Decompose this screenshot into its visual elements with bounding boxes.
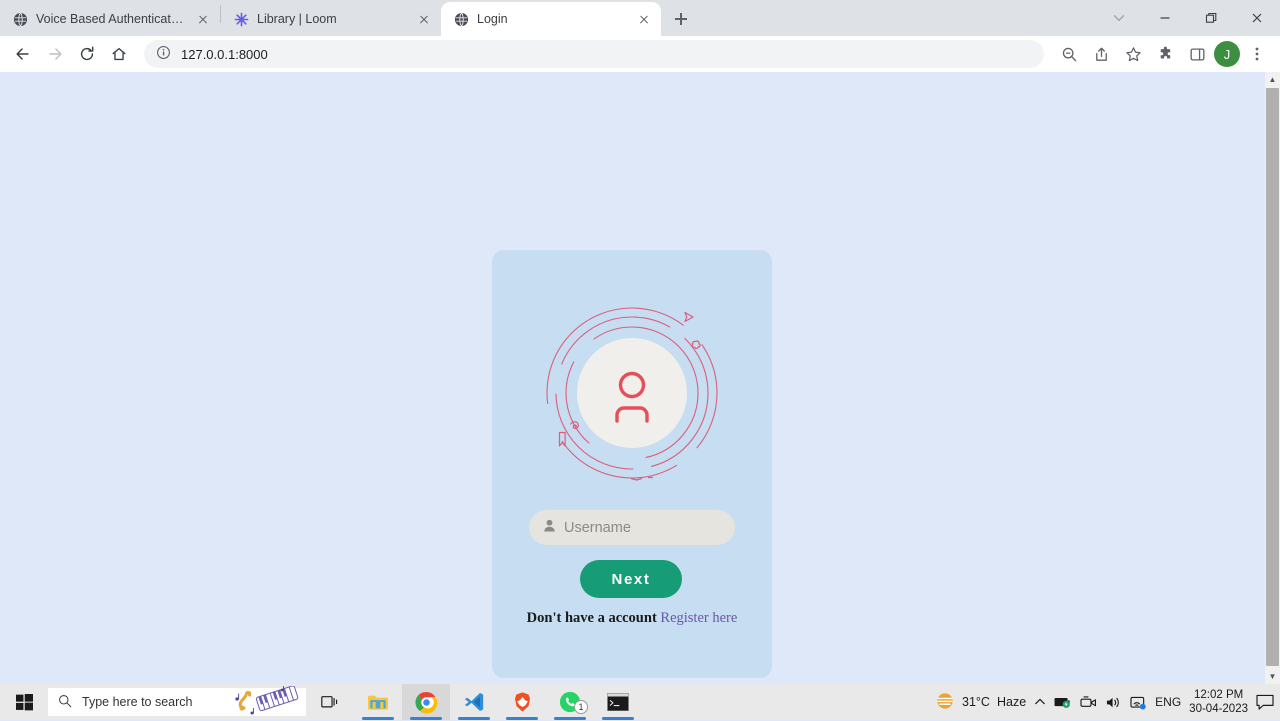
taskbar-app-command-prompt[interactable] [594, 684, 642, 720]
taskbar-clock[interactable]: 12:02 PM 30-04-2023 [1189, 688, 1248, 717]
tab-title: Library | Loom [257, 12, 337, 26]
puzzle-icon[interactable] [1150, 39, 1180, 69]
taskbar-app-file-explorer[interactable] [354, 684, 402, 720]
username-placeholder: Username [564, 519, 631, 536]
back-arrow-icon[interactable] [8, 39, 38, 69]
search-placeholder: Type here to search [82, 695, 193, 709]
register-prompt: Don't have a account Register here [492, 610, 772, 627]
globe-icon [12, 11, 28, 27]
weather-temperature: 31°C [962, 695, 990, 709]
tab-title: Voice Based Authentication [36, 12, 186, 26]
profile-avatar[interactable]: J [1214, 41, 1240, 67]
star-icon[interactable] [1118, 39, 1148, 69]
url-text: 127.0.0.1:8000 [181, 46, 268, 62]
taskbar-app-google-chrome[interactable] [402, 684, 450, 720]
loom-icon [233, 11, 249, 27]
whatsapp-notification-badge: 1 [574, 700, 588, 714]
register-prompt-text: Don't have a account [526, 610, 657, 626]
page-scrollbar[interactable]: ▲ ▼ [1265, 72, 1280, 684]
next-button[interactable]: Next [580, 560, 682, 598]
close-icon[interactable] [194, 10, 212, 28]
share-icon[interactable] [1086, 39, 1116, 69]
person-icon [543, 519, 556, 537]
username-input[interactable]: Username [529, 510, 735, 545]
register-here-link[interactable]: Register here [660, 610, 737, 626]
camera-icon[interactable] [1080, 695, 1097, 710]
globe-icon [453, 11, 469, 27]
clock-time: 12:02 PM [1193, 688, 1244, 701]
maximize-button[interactable] [1188, 1, 1234, 35]
browser-tab-voice-based-authentication[interactable]: Voice Based Authentication [0, 2, 220, 36]
system-tray: 31°C Haze ENG 12:02 PM 30-04-2023 [935, 688, 1280, 717]
search-icon [58, 694, 72, 711]
close-icon[interactable] [415, 10, 433, 28]
scroll-down-arrow[interactable]: ▼ [1265, 669, 1280, 684]
scrollbar-thumb[interactable] [1266, 88, 1279, 666]
action-center-icon[interactable] [1256, 694, 1274, 710]
scroll-up-arrow[interactable]: ▲ [1265, 72, 1280, 87]
taskbar-app-visual-studio-code[interactable] [450, 684, 498, 720]
login-card: Username Next Don't have a account Regis… [492, 250, 772, 678]
address-bar[interactable]: 127.0.0.1:8000 [144, 40, 1044, 68]
tab-search-button[interactable] [1096, 1, 1142, 35]
language-indicator[interactable]: ENG [1155, 695, 1181, 709]
three-dot-menu-icon[interactable] [1242, 39, 1272, 69]
weather-condition: Haze [996, 695, 1027, 709]
windows-start-icon[interactable] [0, 684, 48, 720]
forward-arrow-icon[interactable] [40, 39, 70, 69]
browser-tab-library-loom[interactable]: Library | Loom [221, 2, 441, 36]
taskbar-app-brave-browser[interactable] [498, 684, 546, 720]
reload-icon[interactable] [72, 39, 102, 69]
weather-widget[interactable]: 31°C Haze [935, 691, 1026, 714]
browser-window: Voice Based Authentication Library | Loo… [0, 0, 1280, 684]
windows-taskbar: Type here to search 1 31°C Haze ENG 12:0… [0, 684, 1280, 720]
browser-toolbar: 127.0.0.1:8000 J [0, 36, 1280, 72]
page-viewport: Username Next Don't have a account Regis… [0, 72, 1280, 684]
clock-date: 30-04-2023 [1189, 703, 1248, 715]
close-button[interactable] [1234, 1, 1280, 35]
task-view-icon[interactable] [306, 684, 354, 720]
minimize-button[interactable] [1142, 1, 1188, 35]
window-controls [1096, 0, 1280, 36]
taskbar-app-whatsapp[interactable]: 1 [546, 684, 594, 720]
browser-tab-login[interactable]: Login [441, 2, 661, 36]
home-icon[interactable] [104, 39, 134, 69]
battery-icon[interactable] [1054, 695, 1072, 709]
network-icon[interactable] [1130, 695, 1147, 710]
speaker-icon[interactable] [1105, 695, 1122, 710]
haze-sun-icon [935, 691, 955, 714]
new-tab-button[interactable] [667, 5, 695, 33]
close-icon[interactable] [635, 10, 653, 28]
show-hidden-icons-chevron[interactable] [1034, 696, 1046, 708]
user-avatar-illustration [532, 293, 732, 493]
info-circle-icon[interactable] [156, 45, 171, 63]
music-instruments-art [232, 685, 304, 718]
tab-title: Login [477, 12, 508, 26]
zoom-out-icon[interactable] [1054, 39, 1084, 69]
tab-strip: Voice Based Authentication Library | Loo… [0, 0, 1280, 36]
taskbar-search-input[interactable]: Type here to search [48, 685, 306, 718]
side-panel-icon[interactable] [1182, 39, 1212, 69]
